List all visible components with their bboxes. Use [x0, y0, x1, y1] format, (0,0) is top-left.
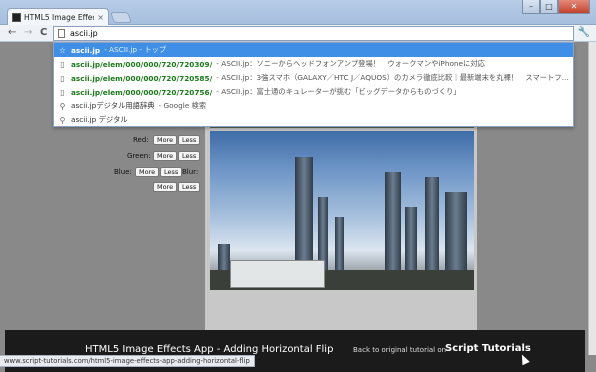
preview-image-main	[210, 131, 474, 290]
search-icon: ⚲	[59, 115, 66, 125]
close-button[interactable]: ✕	[558, 0, 590, 14]
blue-less-button[interactable]: Less	[160, 167, 183, 177]
address-bar[interactable]	[53, 26, 574, 41]
green-label: Green:	[127, 152, 151, 160]
tower-shape	[445, 192, 467, 272]
red-label: Red:	[133, 136, 149, 144]
page-scrollbar[interactable]	[588, 42, 596, 355]
omnibox-dropdown: ☆ ascii.jp - ASCII.jp - トップ ▯ ascii.jp/elem…	[53, 42, 574, 127]
browser-toolbar: ← → C 🔧	[0, 25, 596, 42]
suggestion-description: - ASCII.jp：ソニーからヘッドフォンアンプ登場！ ウォークマンやiPho…	[216, 59, 485, 68]
tower-shape	[425, 177, 439, 272]
green-more-button[interactable]: More	[153, 151, 178, 161]
omnibox-suggestion[interactable]: ☆ ascii.jp - ASCII.jp - トップ	[54, 43, 573, 57]
suggestion-description: - ASCII.jp - トップ	[104, 45, 167, 54]
blur-more-button[interactable]: More	[153, 182, 178, 192]
suggestion-text: ascii.jp	[71, 45, 101, 55]
page-icon: ▯	[60, 73, 65, 83]
red-less-button[interactable]: Less	[178, 135, 201, 145]
tower-shape	[295, 157, 313, 272]
page-icon	[58, 29, 65, 38]
suggestion-text: ascii.jp/elem/000/000/720/720756/	[71, 87, 213, 97]
back-button[interactable]: ←	[8, 27, 16, 39]
script-tutorials-link[interactable]: Script Tutorials	[445, 343, 531, 354]
tower-shape	[218, 244, 230, 272]
footer-title: HTML5 Image Effects App - Adding Horizon…	[85, 344, 334, 355]
blue-label: Blue:	[114, 168, 132, 176]
suggestion-description: - ASCII.jp：3強スマホ（GALAXY／HTC J／AQUOS）のカメラ…	[216, 73, 569, 82]
page-icon: ▯	[60, 59, 65, 69]
status-bubble: www.script-tutorials.com/html5-image-eff…	[0, 355, 255, 367]
wrench-menu-icon[interactable]: 🔧	[578, 27, 590, 38]
window-controls: – □ ✕	[522, 0, 590, 14]
page-icon: ▯	[60, 87, 65, 97]
red-more-button[interactable]: More	[153, 135, 178, 145]
title-bar: HTML5 Image Effects Ap × – □ ✕	[0, 0, 596, 26]
forward-button[interactable]: →	[24, 27, 32, 39]
bus-shape	[230, 260, 325, 288]
reload-button[interactable]: C	[40, 27, 47, 39]
browser-tab[interactable]: HTML5 Image Effects Ap ×	[7, 8, 109, 26]
suggestion-description: - ASCII.jp：富士通のキュレーターが挑む「ビッグデータからものづくり」	[216, 87, 461, 96]
address-input[interactable]	[70, 29, 550, 38]
suggestion-text: ascii.jp デジタル	[71, 115, 128, 124]
blur-label: Blur:	[182, 168, 199, 176]
tower-shape	[385, 172, 401, 272]
footer-back-text: Back to original tutorial on	[353, 346, 447, 354]
omnibox-suggestion[interactable]: ▯ ascii.jp/elem/000/000/720/720309/ - ASC…	[54, 57, 573, 71]
suggestion-text: ascii.jp/elem/000/000/720/720585/	[71, 73, 213, 83]
omnibox-suggestion[interactable]: ⚲ ascii.jpデジタル用語辞典 - Google 検索	[54, 99, 573, 113]
minimize-button[interactable]: –	[522, 0, 540, 14]
tab-title: HTML5 Image Effects Ap	[24, 13, 94, 22]
omnibox-suggestion[interactable]: ⚲ ascii.jp デジタル	[54, 113, 573, 127]
omnibox-suggestion[interactable]: ▯ ascii.jp/elem/000/000/720/720585/ - ASC…	[54, 71, 573, 85]
green-less-button[interactable]: Less	[178, 151, 201, 161]
tower-shape	[405, 207, 417, 272]
omnibox-suggestion[interactable]: ▯ ascii.jp/elem/000/000/720/720756/ - ASC…	[54, 85, 573, 99]
blue-more-button[interactable]: More	[135, 167, 160, 177]
tab-close-icon[interactable]: ×	[97, 13, 104, 22]
star-icon: ☆	[58, 45, 67, 55]
blur-less-button[interactable]: Less	[178, 182, 201, 192]
new-tab-button[interactable]	[109, 12, 133, 23]
search-icon: ⚲	[59, 101, 66, 111]
favicon-icon	[12, 13, 21, 22]
maximize-button[interactable]: □	[540, 0, 558, 14]
suggestion-description: - Google 検索	[158, 101, 207, 110]
tower-shape	[335, 217, 344, 272]
suggestion-text: ascii.jpデジタル用語辞典	[71, 101, 155, 110]
suggestion-text: ascii.jp/elem/000/000/720/720309/	[71, 59, 213, 69]
